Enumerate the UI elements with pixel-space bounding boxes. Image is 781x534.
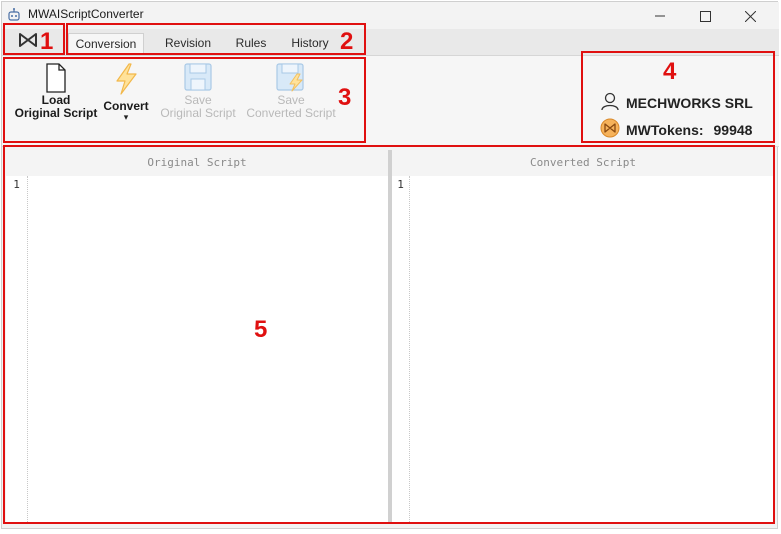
annotation-number-1: 1 [40, 28, 54, 55]
annotation-box-5 [3, 145, 775, 524]
annotation-box-4 [581, 51, 775, 143]
minimize-icon[interactable] [638, 4, 682, 28]
annotation-box-3 [3, 57, 366, 143]
annotation-box-1 [3, 23, 65, 55]
close-icon[interactable] [728, 4, 772, 28]
annotation-box-2 [66, 23, 366, 55]
window-title: MWAIScriptConverter [28, 7, 144, 21]
maximize-icon[interactable] [683, 4, 727, 28]
annotation-number-2: 2 [340, 28, 354, 55]
annotation-number-5: 5 [254, 316, 268, 343]
app-robot-icon [6, 7, 22, 23]
annotation-number-3: 3 [338, 84, 352, 111]
annotation-number-4: 4 [663, 58, 677, 85]
